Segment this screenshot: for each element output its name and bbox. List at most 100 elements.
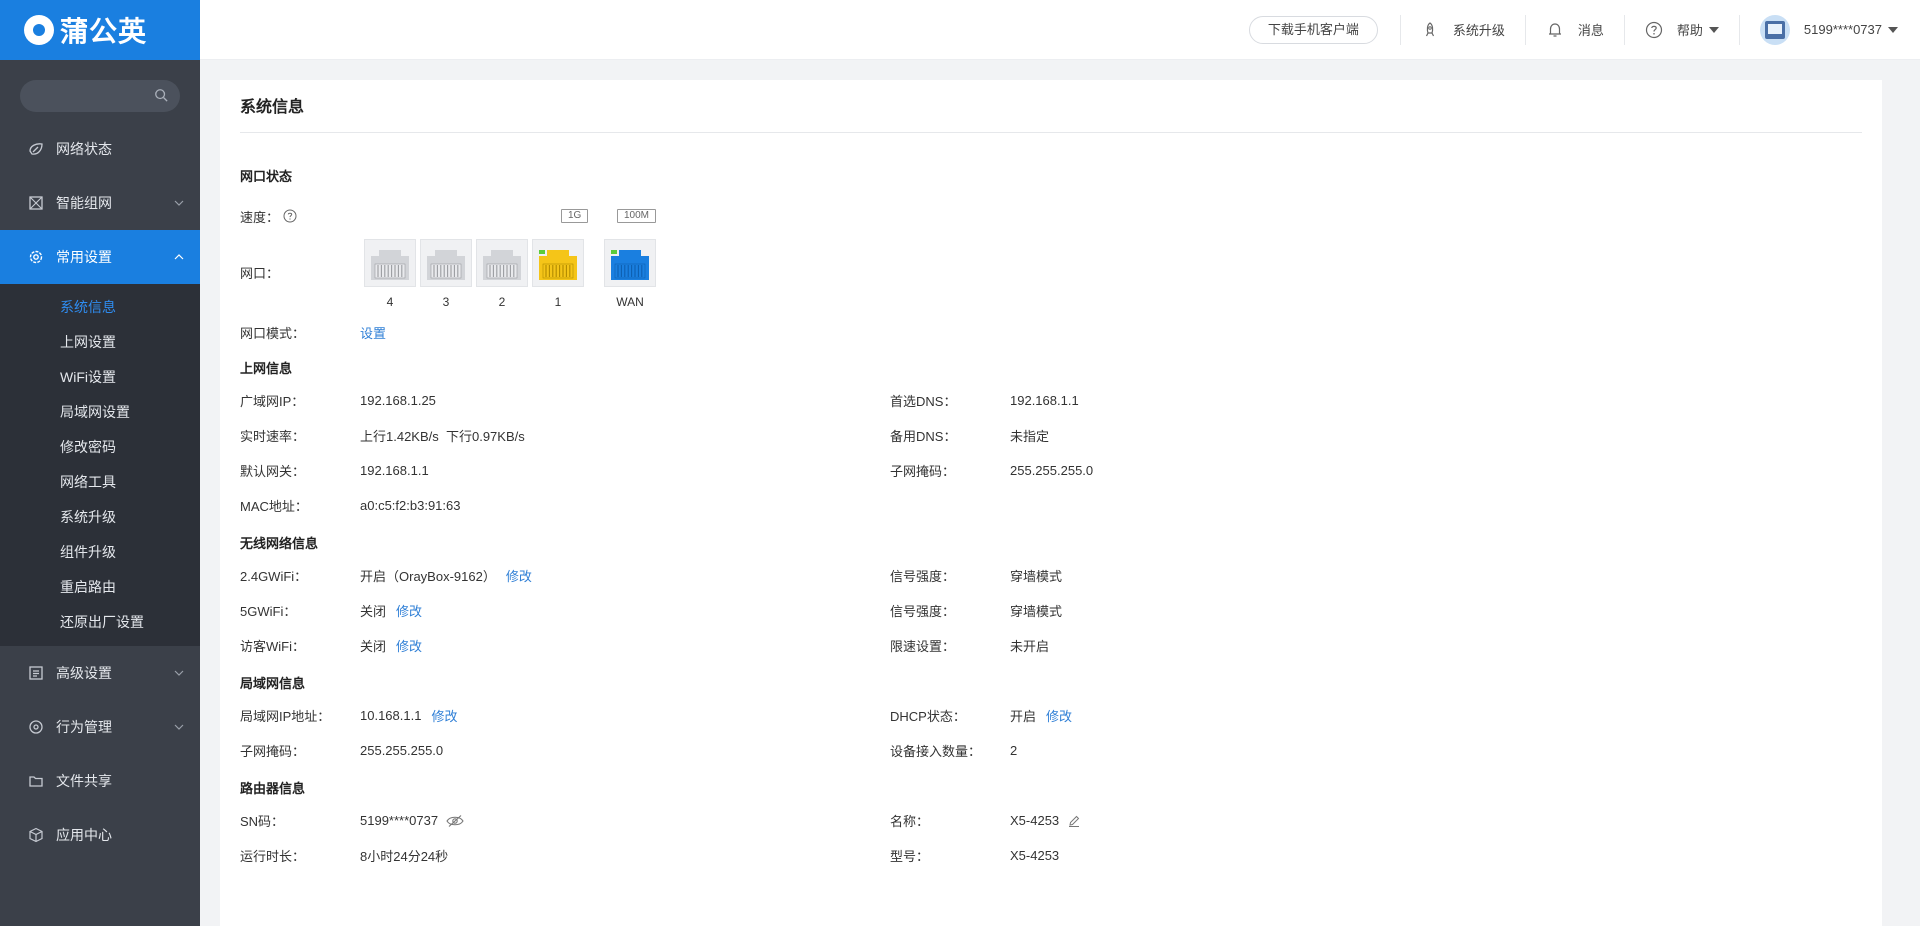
wifi5-value: 关闭: [360, 604, 387, 619]
gateway-value: 192.168.1.1: [360, 463, 429, 478]
chevron-down-icon: [174, 670, 184, 676]
info-row: 默认网关： 192.168.1.1 子网掩码： 255.255.255.0: [240, 453, 1862, 488]
caret-down-icon: [1708, 26, 1719, 33]
info-row: 5GWiFi： 关闭 修改 信号强度： 穿墙模式: [240, 593, 1862, 628]
header-divider: [1623, 14, 1625, 45]
dhcp-modify-link[interactable]: 修改: [1046, 706, 1072, 725]
dandelion-logo-icon: [24, 15, 54, 45]
network-status-icon: [29, 143, 43, 155]
port-number-label: WAN: [616, 295, 644, 309]
wan-ip-label: 广域网IP：: [240, 394, 305, 409]
info-row: 广域网IP： 192.168.1.25 首选DNS： 192.168.1.1: [240, 383, 1862, 418]
port-label: 网口：: [240, 266, 280, 281]
sidebar-search: [20, 80, 180, 112]
smart-network-icon: [29, 196, 43, 210]
speed-limit-label: 限速设置：: [890, 639, 956, 654]
sidebar-item-file-share[interactable]: 文件共享: [0, 754, 200, 808]
header-divider: [1738, 14, 1740, 45]
brand-name: 蒲公英: [60, 16, 148, 47]
lan-ip-modify-link[interactable]: 修改: [431, 706, 457, 725]
sidebar-item-label: 高级设置: [56, 665, 112, 681]
user-account: 5199****0737: [1803, 22, 1882, 37]
ethernet-port-1: [532, 239, 584, 287]
ethernet-jack-icon: [427, 250, 465, 280]
eye-hidden-icon[interactable]: [446, 814, 464, 828]
guest-wifi-modify-link[interactable]: 修改: [396, 636, 422, 655]
lan-ip-label: 局域网IP地址：: [240, 709, 331, 724]
chevron-down-icon: [174, 200, 184, 206]
port-mode-settings-link[interactable]: 设置: [360, 323, 386, 342]
port-row: 网口： 4 3 2 1 WAN: [240, 231, 1862, 311]
speed-label: 速度：: [240, 209, 280, 225]
sidebar-item-label: 文件共享: [56, 773, 112, 789]
speed-tag-1g: 1G: [561, 209, 589, 223]
section-title-port-status: 网口状态: [240, 169, 293, 184]
system-upgrade-label: 系统升级: [1452, 23, 1505, 38]
avatar: [1759, 14, 1790, 45]
ethernet-jack-icon: [611, 250, 649, 280]
sidebar-item-app-center[interactable]: 应用中心: [0, 808, 200, 862]
model-label: 型号：: [890, 849, 930, 864]
system-upgrade-link[interactable]: 系统升级: [1421, 20, 1505, 39]
sidebar-item-label: 常用设置: [56, 249, 112, 265]
chevron-up-icon: [174, 254, 184, 260]
brand-logo[interactable]: 蒲公英: [0, 0, 200, 60]
secondary-dns-value: 未指定: [1010, 429, 1050, 444]
sn-value: 5199****0737: [360, 813, 439, 828]
sidebar-item-advanced-settings[interactable]: 高级设置: [0, 646, 200, 700]
question-icon[interactable]: [283, 209, 297, 223]
dhcp-label: DHCP状态：: [890, 709, 966, 724]
speed-limit-value: 未开启: [1010, 639, 1050, 654]
section-title-internet: 上网信息: [240, 361, 293, 376]
sidebar-subitem-internet-settings[interactable]: 上网设置: [0, 325, 200, 360]
sidebar-submenu: 系统信息 上网设置 WiFi设置 局域网设置 修改密码 网络工具 系统升级 组件…: [0, 284, 200, 646]
info-row: 2.4GWiFi： 开启（OrayBox-9162） 修改 信号强度： 穿墙模式: [240, 558, 1862, 593]
sidebar-subitem-system-info[interactable]: 系统信息: [0, 290, 200, 325]
sidebar: 蒲公英 网络状态 智能组网 常用设置 系统信息 上网设置 WiFi设置 局域网设…: [0, 0, 200, 926]
sidebar-subitem-wifi-settings[interactable]: WiFi设置: [0, 360, 200, 395]
search-icon[interactable]: [154, 88, 168, 102]
advanced-settings-icon: [29, 666, 43, 680]
speed-tag-100m: 100M: [617, 209, 657, 223]
behavior-icon: [29, 720, 43, 734]
port-number-label: 2: [498, 295, 506, 309]
signal-strength-label: 信号强度：: [890, 569, 956, 584]
bell-icon: [1548, 22, 1561, 37]
ethernet-jack-icon: [483, 250, 521, 280]
wifi5-modify-link[interactable]: 修改: [396, 601, 422, 620]
sidebar-item-network-status[interactable]: 网络状态: [0, 122, 200, 176]
ethernet-port-2: [476, 239, 528, 287]
sidebar-subitem-system-upgrade[interactable]: 系统升级: [0, 500, 200, 535]
sidebar-subitem-network-tools[interactable]: 网络工具: [0, 465, 200, 500]
help-menu[interactable]: 帮助: [1645, 20, 1719, 39]
wan-ip-value: 192.168.1.25: [360, 393, 436, 408]
edit-pencil-icon[interactable]: [1067, 814, 1081, 828]
uptime-label: 运行时长：: [240, 849, 306, 864]
download-app-button[interactable]: 下载手机客户端: [1248, 15, 1378, 44]
section-title-wireless: 无线网络信息: [240, 536, 319, 551]
user-menu[interactable]: 5199****0737: [1759, 14, 1898, 45]
sidebar-item-label: 应用中心: [56, 827, 112, 843]
sidebar-item-behavior-management[interactable]: 行为管理: [0, 700, 200, 754]
gear-icon: [29, 250, 43, 264]
sidebar-subitem-change-password[interactable]: 修改密码: [0, 430, 200, 465]
sidebar-subitem-factory-reset[interactable]: 还原出厂设置: [0, 605, 200, 640]
signal-strength-label: 信号强度：: [890, 604, 956, 619]
sidebar-subitem-reboot-router[interactable]: 重启路由: [0, 570, 200, 605]
sidebar-item-smart-network[interactable]: 智能组网: [0, 176, 200, 230]
sidebar-item-label: 行为管理: [56, 719, 112, 735]
realtime-rate-value: 上行1.42KB/s 下行0.97KB/s: [360, 429, 525, 444]
device-count-value: 2: [1010, 743, 1018, 758]
lan-ip-value: 10.168.1.1: [360, 708, 422, 723]
wifi24-modify-link[interactable]: 修改: [506, 566, 532, 585]
router-name-label: 名称：: [890, 814, 930, 829]
dhcp-value: 开启: [1010, 709, 1037, 724]
ethernet-port-4: [364, 239, 416, 287]
info-row: 运行时长： 8小时24分24秒 型号： X5-4253: [240, 838, 1862, 873]
info-row: 实时速率： 上行1.42KB/s 下行0.97KB/s 备用DNS： 未指定: [240, 418, 1862, 453]
messages-link[interactable]: 消息: [1546, 20, 1604, 39]
info-row: MAC地址： a0:c5:f2:b3:91:63: [240, 488, 1862, 523]
sidebar-subitem-lan-settings[interactable]: 局域网设置: [0, 395, 200, 430]
sidebar-item-common-settings[interactable]: 常用设置: [0, 230, 200, 284]
sidebar-subitem-component-upgrade[interactable]: 组件升级: [0, 535, 200, 570]
